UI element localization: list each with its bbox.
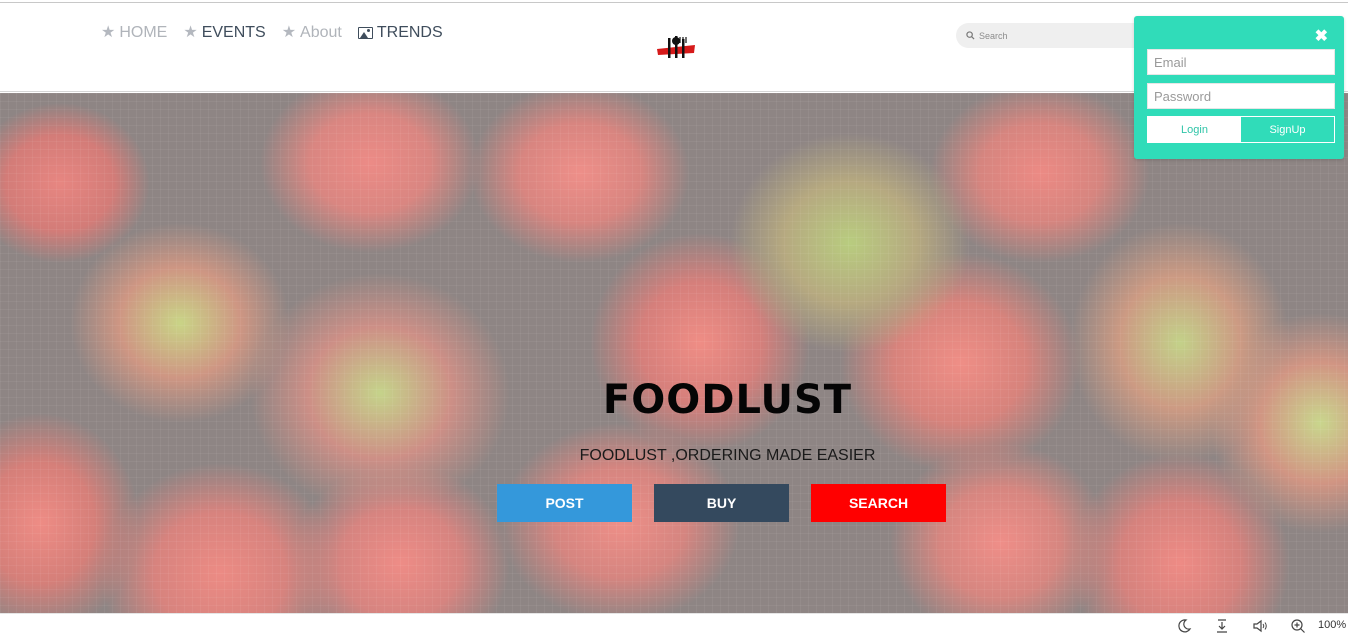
login-actions: Login SignUp <box>1147 116 1335 143</box>
nav-events-label: EVENTS <box>201 24 266 41</box>
foodlust-logo[interactable] <box>655 33 697 63</box>
post-button[interactable]: POST <box>497 484 632 522</box>
nav-about[interactable]: ★ About <box>282 24 342 42</box>
browser-statusbar: 100% <box>0 613 1348 636</box>
star-icon: ★ <box>183 24 198 41</box>
signup-button[interactable]: SignUp <box>1241 117 1334 142</box>
nav-trends[interactable]: TRENDS <box>357 24 443 42</box>
star-icon: ★ <box>281 24 297 41</box>
nav-home[interactable]: ★ HOME <box>101 24 167 42</box>
buy-button[interactable]: BUY <box>654 484 789 522</box>
zoom-icon[interactable] <box>1290 618 1306 634</box>
moon-icon[interactable] <box>1176 618 1192 634</box>
star-icon: ★ <box>101 24 116 41</box>
login-button[interactable]: Login <box>1148 117 1241 142</box>
login-popup: ✖ Login SignUp <box>1134 16 1344 159</box>
speaker-icon[interactable] <box>1252 618 1268 634</box>
hero-subtitle: FOODLUST ,ORDERING MADE EASIER <box>579 447 876 464</box>
zoom-level: 100% <box>1318 619 1347 631</box>
nav-home-label: HOME <box>119 24 168 41</box>
search-button[interactable]: SEARCH <box>811 484 946 522</box>
hero-banner: FOODLUST FOODLUST ,ORDERING MADE EASIER … <box>0 93 1348 613</box>
nav-trends-label: TRENDS <box>376 24 443 41</box>
close-icon[interactable]: ✖ <box>1315 26 1328 46</box>
image-icon <box>357 27 373 39</box>
nav-events[interactable]: ★ EVENTS <box>183 24 265 42</box>
search-input[interactable] <box>979 30 1129 41</box>
hero-title: FOODLUST <box>602 377 853 423</box>
search-box[interactable] <box>956 23 1146 48</box>
search-icon <box>966 31 975 40</box>
download-icon[interactable] <box>1214 618 1230 634</box>
email-field[interactable] <box>1147 49 1335 75</box>
nav-about-label: About <box>300 24 342 41</box>
password-field[interactable] <box>1147 83 1335 109</box>
main-nav: ★ HOME ★ EVENTS ★ About TRENDS <box>101 24 443 42</box>
